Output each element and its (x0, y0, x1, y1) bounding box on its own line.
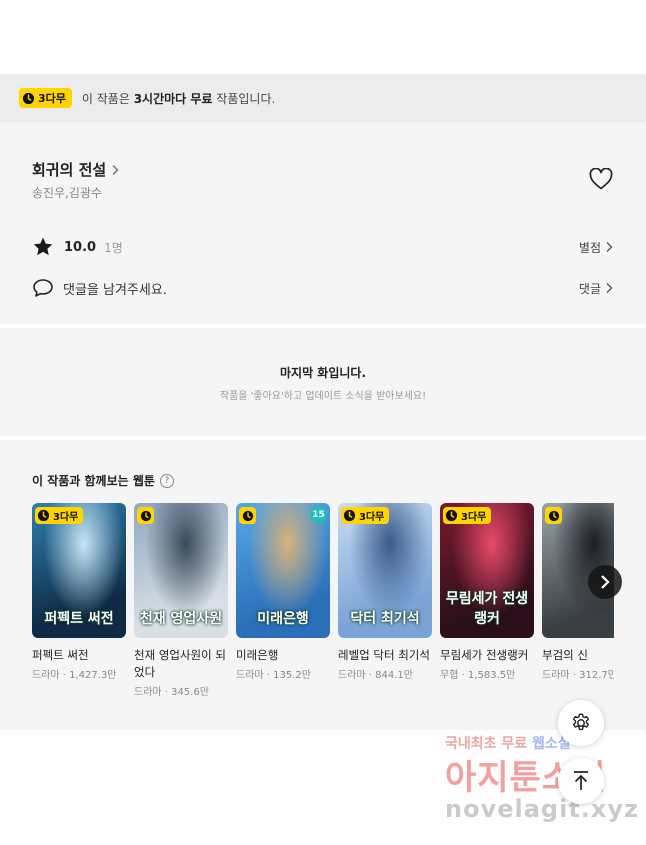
rating-link[interactable]: 별점 (579, 239, 614, 256)
card-title: 무림세가 전생랭커 (440, 648, 529, 662)
free-badge-label: 3다무 (359, 512, 385, 523)
cover-title: 무림세가 전생랭커 (445, 591, 529, 627)
free-badge: 3다무 (19, 88, 72, 108)
card-title: 미래은행 (236, 648, 279, 662)
notice-text-suffix: 작품입니다. (212, 91, 276, 106)
heart-icon[interactable] (589, 168, 613, 190)
arrow-up-icon (574, 771, 588, 790)
cover-title: 퍼펙트 써전 (44, 611, 114, 627)
cover-title: 미래은행 (257, 611, 309, 627)
work-title-link[interactable]: 회귀의 전설 (32, 159, 120, 180)
comment-link-label: 댓글 (578, 281, 601, 296)
notice-text-prefix: 이 작품은 (81, 91, 134, 106)
rating-row: 10.0 1명 별점 (32, 235, 614, 259)
cover-title: 닥터 최기석 (350, 611, 420, 627)
clock-icon (242, 510, 253, 521)
star-icon (33, 237, 53, 256)
recommend-header: 이 작품과 함께보는 웹툰 ? (32, 472, 174, 489)
clock-icon (22, 92, 35, 104)
carousel-next-button[interactable] (588, 565, 622, 599)
watermark-line3: novelagit.xyz (445, 795, 640, 823)
card-title: 부검의 신 (542, 648, 588, 662)
card-meta: 드라마 · 312.7만 (542, 670, 614, 681)
card-meta: 드라마 · 1,427.3만 (32, 670, 117, 681)
recommend-card[interactable]: 천재 영업사원천재 영업사원이 되었다드라마 · 345.6만 (134, 503, 228, 698)
card-meta: 드라마 · 135.2만 (236, 670, 311, 681)
comment-link[interactable]: 댓글 (579, 280, 614, 297)
rating-count: 1명 (104, 240, 123, 255)
card-title: 천재 영업사원이 되었다 (134, 648, 226, 679)
free-badge-label: 3다무 (53, 512, 79, 523)
watermark-line1-a: 국내최초 무료 (445, 736, 533, 752)
card-thumbnail: 닥터 최기석 3다무 (338, 503, 432, 638)
clock-badge (137, 507, 154, 524)
recommend-section: 이 작품과 함께보는 웹툰 ? 퍼펙트 써전 3다무퍼펙트 써전드라마 · 1,4… (0, 440, 646, 730)
work-title: 회귀의 전설 (32, 161, 107, 179)
free-badge-label: 3다무 (461, 512, 487, 523)
comment-row[interactable]: 댓글을 남겨주세요. 댓글 (32, 276, 614, 300)
free-notice-text: 이 작품은 3시간마다 무료 작품입니다. (82, 90, 275, 107)
card-thumbnail: 퍼펙트 써전 3다무 (32, 503, 126, 638)
settings-button[interactable] (558, 700, 604, 746)
comment-prompt: 댓글을 남겨주세요. (63, 282, 167, 298)
chevron-right-icon (606, 283, 613, 293)
recommend-carousel: 퍼펙트 써전 3다무 퍼펙트 써전 드라마 · 1,427.3만 천재 영업사원 천재 영… (32, 503, 614, 723)
last-episode-section: 마지막 화입니다. 작품을 '좋아요'하고 업데이트 소식을 받아보세요! (0, 328, 646, 436)
card-title: 레벨업 닥터 최기석 (338, 648, 430, 662)
last-episode-subtitle: 작품을 '좋아요'하고 업데이트 소식을 받아보세요! (219, 391, 427, 402)
free-notice-bar: 3다무 이 작품은 3시간마다 무료 작품입니다. (0, 74, 646, 122)
clock-icon (343, 509, 356, 522)
card-title: 퍼펙트 써전 (32, 648, 89, 662)
clock-icon (445, 509, 458, 522)
recommend-card[interactable]: 퍼펙트 써전 3다무퍼펙트 써전드라마 · 1,427.3만 (32, 503, 126, 681)
card-thumbnail: 미래은행 15 (236, 503, 330, 638)
clock-icon (548, 510, 559, 521)
chevron-right-icon (112, 164, 119, 175)
gear-icon (572, 713, 590, 731)
clock-badge (239, 507, 256, 524)
card-meta: 무협 · 1,583.5만 (440, 670, 516, 681)
rating-link-label: 별점 (578, 240, 601, 255)
watermark-line1: 국내최초 무료 웹소설 (445, 733, 571, 753)
recommend-card[interactable]: 미래은행 15 미래은행드라마 · 135.2만 (236, 503, 330, 681)
cover-title: 천재 영업사원 (139, 611, 223, 627)
age-rating-badge: 15 (310, 506, 327, 523)
chevron-right-icon (606, 242, 613, 252)
free-badge: 3다무 (341, 507, 390, 524)
speech-bubble-icon (33, 279, 53, 297)
clock-badge (545, 507, 562, 524)
last-episode-title: 마지막 화입니다. (279, 366, 367, 380)
recommend-title: 이 작품과 함께보는 웹툰 (32, 474, 155, 488)
work-authors: 송진우,김광수 (32, 186, 103, 200)
recommend-card[interactable]: 무림세가 전생랭커 3다무무림세가 전생랭커무협 · 1,583.5만 (440, 503, 534, 681)
chevron-right-icon (601, 575, 610, 589)
card-meta: 드라마 · 345.6만 (134, 687, 209, 698)
free-badge: 3다무 (35, 507, 84, 524)
notice-text-bold: 3시간마다 무료 (133, 91, 213, 106)
rating-score: 10.0 (64, 239, 97, 255)
card-thumbnail: 천재 영업사원 (134, 503, 228, 638)
free-badge: 3다무 (443, 507, 492, 524)
help-icon[interactable]: ? (159, 473, 174, 488)
card-meta: 드라마 · 844.1만 (338, 670, 413, 681)
work-info-section: 회귀의 전설 송진우,김광수 10.0 1명 별점 댓글을 남겨주세요. 댓글 (0, 122, 646, 324)
free-badge-label: 3다무 (38, 92, 66, 105)
card-thumbnail: 무림세가 전생랭커 3다무 (440, 503, 534, 638)
scroll-top-button[interactable] (558, 758, 604, 804)
clock-icon (140, 510, 151, 521)
recommend-card[interactable]: 닥터 최기석 3다무레벨업 닥터 최기석드라마 · 844.1만 (338, 503, 432, 681)
clock-icon (37, 509, 50, 522)
